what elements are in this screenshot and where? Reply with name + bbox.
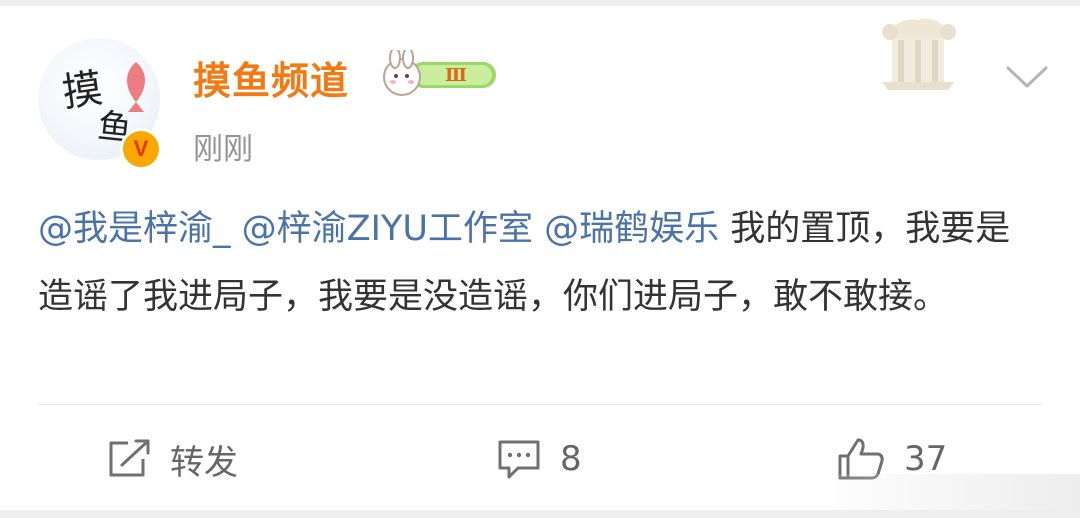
repost-label: 转发 [170,442,238,483]
fan-level-text: Ⅲ [445,65,467,86]
card-decoration-icon [882,18,956,90]
mention-link[interactable]: @我是梓渝_ [38,209,231,249]
bottom-separator [0,510,1080,518]
username[interactable]: 摸鱼频道 [193,50,349,105]
comment-count: 8 [560,439,582,479]
mention-link[interactable]: @梓渝ZIYU工作室 [242,209,533,249]
repost-button[interactable]: 转发 [106,434,238,484]
watermark [810,474,1080,510]
divider [38,404,1042,405]
chevron-down-icon[interactable] [1004,62,1050,92]
comment-button[interactable]: 8 [496,434,582,484]
top-separator [0,0,1080,6]
verified-badge-icon: V [120,128,162,170]
post-timestamp: 刚刚 [193,132,253,167]
fan-level-badge-icon[interactable]: Ⅲ [380,50,502,100]
like-count: 37 [904,439,948,479]
comment-icon [498,440,540,479]
post-content: @我是梓渝_ @梓渝ZIYU工作室 @瑞鹤娱乐 我的置顶，我要是造谣了我进局子，… [38,195,1038,331]
repost-icon [109,439,150,477]
mention-link[interactable]: @瑞鹤娱乐 [544,209,719,249]
